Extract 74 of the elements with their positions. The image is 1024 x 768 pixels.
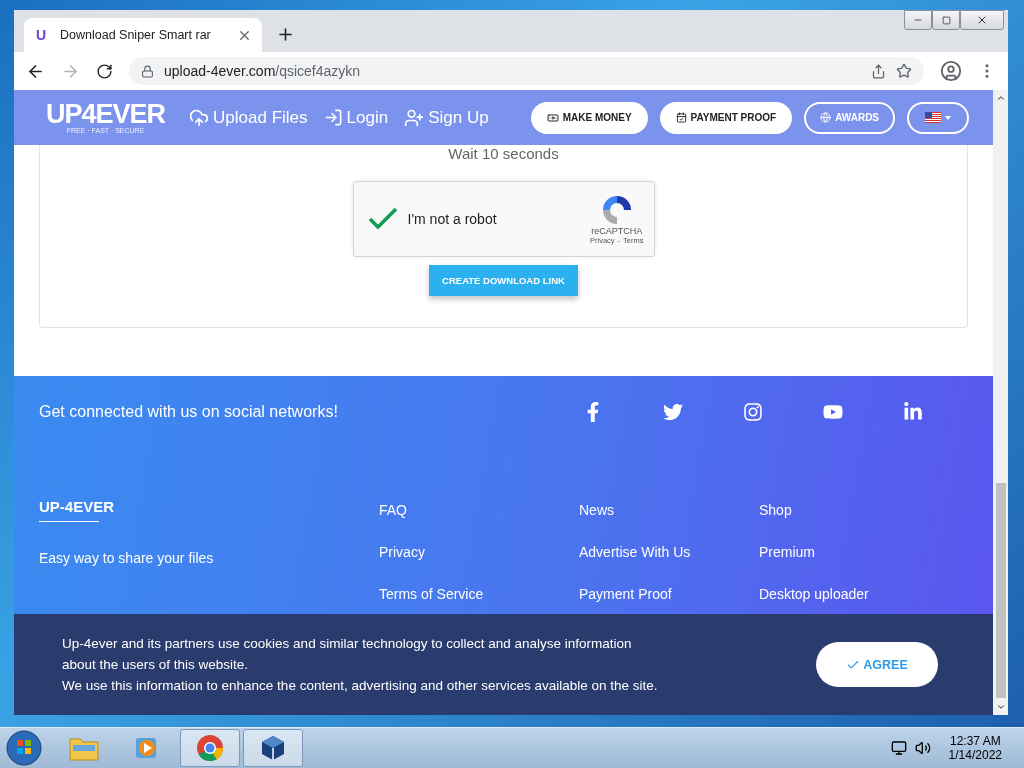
globe-icon <box>820 112 832 123</box>
nav-link[interactable]: Upload Files <box>189 107 308 128</box>
cookie-text: We use this information to enhance the content, advertising and other services available on the site. <box>62 677 659 695</box>
volume-icon[interactable] <box>914 740 931 756</box>
nav-button[interactable]: AWARDS <box>804 101 896 134</box>
logo[interactable]: UP4EVER <box>46 100 166 127</box>
login-icon <box>323 108 343 127</box>
footer-link[interactable]: News <box>579 501 759 520</box>
checkmark-icon[interactable] <box>367 207 398 231</box>
network-icon[interactable] <box>890 740 907 756</box>
cube-icon <box>259 734 287 762</box>
footer-link[interactable]: Advertise With Us <box>579 543 759 562</box>
scrollbar[interactable] <box>993 90 1008 715</box>
taskbar-app[interactable] <box>243 729 303 767</box>
browser-tab[interactable]: U Download Sniper Smart rar <box>24 18 262 52</box>
create-download-link-button[interactable]: CREATE DOWNLOAD LINK <box>429 265 578 296</box>
nav-link-label: Sign Up <box>428 107 489 128</box>
footer-link[interactable]: Privacy <box>379 543 579 562</box>
user-plus-icon <box>404 107 425 128</box>
scroll-thumb[interactable] <box>995 483 1006 698</box>
close-icon <box>976 14 988 26</box>
nav-link[interactable]: Login <box>323 107 389 128</box>
close-window-button[interactable] <box>960 10 1004 30</box>
profile-icon[interactable] <box>940 60 962 82</box>
footer-link[interactable]: FAQ <box>379 501 579 520</box>
new-tab-icon[interactable] <box>276 25 295 44</box>
banknote-icon <box>546 111 559 124</box>
camera-icon <box>743 402 763 422</box>
maximize-button[interactable] <box>932 10 960 30</box>
footer-link[interactable]: Payment Proof <box>579 585 759 604</box>
agree-button[interactable]: AGREE <box>816 642 938 687</box>
language-dropdown[interactable] <box>907 101 970 134</box>
favicon: U <box>36 27 48 43</box>
time: 12:37 AM <box>949 734 1001 748</box>
taskbar-app[interactable] <box>180 729 240 767</box>
footer-link[interactable]: Desktop uploader <box>759 585 959 604</box>
captcha-label: I'm not a robot <box>407 211 498 227</box>
play-icon <box>823 402 843 422</box>
nav-link-label: Upload Files <box>213 107 308 128</box>
bird-icon <box>663 402 683 422</box>
date: 1/14/2022 <box>948 748 1002 762</box>
lock-icon <box>141 64 154 78</box>
recaptcha-brand: reCAPTCHA <box>591 225 643 236</box>
footer-link[interactable]: Shop <box>759 501 959 520</box>
scroll-up-icon[interactable] <box>995 93 1006 103</box>
address-bar[interactable]: upload-4ever.com/qsicef4azykn <box>129 57 924 85</box>
wait-message: Wait 10 seconds <box>448 145 559 162</box>
chrome-icon <box>196 734 224 762</box>
calendar-icon <box>675 112 687 123</box>
footer-brand: UP-4EVER <box>39 498 115 515</box>
folder-icon <box>69 735 99 761</box>
nav-button[interactable]: PAYMENT PROOF <box>659 101 793 134</box>
reload-icon[interactable] <box>96 62 113 80</box>
footer-link[interactable]: Terms of Service <box>379 585 579 604</box>
star-icon[interactable] <box>896 63 912 79</box>
flag-icon <box>925 112 942 123</box>
caret-icon <box>945 115 952 120</box>
tab-title: Download Sniper Smart rar <box>60 28 212 42</box>
footer-link[interactable]: Premium <box>759 543 959 562</box>
minimize-button[interactable] <box>904 10 932 30</box>
nav-button[interactable]: MAKE MONEY <box>530 101 648 134</box>
recaptcha-logo-icon <box>600 193 633 226</box>
cloud-upload-icon <box>189 107 210 128</box>
nav-link-label: Login <box>346 107 389 128</box>
social-heading: Get connected with us on social networks! <box>39 403 339 421</box>
linkedin-icon <box>903 402 923 422</box>
maximize-icon <box>941 15 951 25</box>
share-icon[interactable] <box>871 63 886 79</box>
nav-link[interactable]: Sign Up <box>404 107 489 128</box>
scroll-down-icon[interactable] <box>995 702 1006 712</box>
cookie-text: Up-4ever and its partners use cookies and similar technology to collect and analyse information about the users of this website. <box>62 635 633 674</box>
start-button[interactable] <box>6 730 42 766</box>
clock[interactable]: 12:37 AM 1/14/2022 <box>948 734 1002 762</box>
footer-slogan: Easy way to share your files <box>39 550 215 566</box>
